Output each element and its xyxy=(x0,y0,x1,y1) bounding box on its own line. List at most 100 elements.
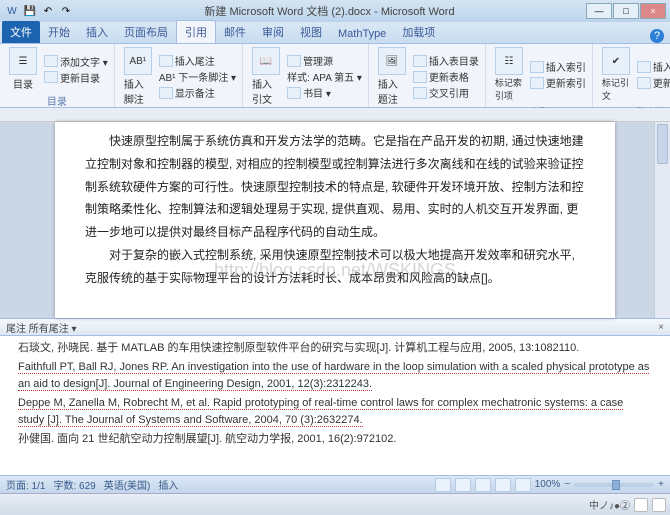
insert-citation-button[interactable]: 📖 插入引文 xyxy=(249,46,283,107)
vertical-scrollbar[interactable] xyxy=(654,122,670,318)
index-icon: ☷ xyxy=(495,47,523,75)
tab-mail[interactable]: 邮件 xyxy=(216,21,254,43)
citation-style-select[interactable]: 样式: APA 第五 ▾ xyxy=(287,69,362,84)
status-insert[interactable]: 插入 xyxy=(158,477,178,492)
ribbon-group-index: ☷ 标记索引项 插入索引 更新索引 索引 xyxy=(486,44,593,107)
insert-footnote-button[interactable]: AB¹ 插入脚注 xyxy=(121,46,155,107)
view-read-button[interactable] xyxy=(455,478,471,492)
crossref-icon xyxy=(413,87,427,99)
bib-icon xyxy=(287,87,301,99)
refresh-icon xyxy=(530,77,544,89)
update-table-button[interactable]: 更新表格 xyxy=(413,69,479,84)
endnotes-pane[interactable]: 石琰文, 孙晓民. 基于 MATLAB 的车用快速控制原型软件平台的研究与实现[… xyxy=(0,336,670,476)
scroll-thumb[interactable] xyxy=(657,124,668,164)
document-page[interactable]: 快速原型控制属于系统仿真和开发方法学的范畴。它是指在产品开发的初期, 通过快速地… xyxy=(55,122,615,318)
ribbon-group-captions: 🖼 插入题注 插入表目录 更新表格 交叉引用 题注 xyxy=(369,44,486,107)
refresh-icon xyxy=(44,71,58,83)
ribbon-tabs: 文件 开始 插入 页面布局 引用 邮件 审阅 视图 MathType 加载项 ? xyxy=(0,22,670,44)
tab-file[interactable]: 文件 xyxy=(2,21,40,43)
tray-icon[interactable] xyxy=(634,498,648,512)
db-icon xyxy=(287,55,301,67)
status-lang[interactable]: 英语(美国) xyxy=(104,477,151,492)
ribbon-help[interactable]: ? xyxy=(650,29,670,43)
zoom-level[interactable]: 100% xyxy=(535,479,561,490)
insert-tof-button[interactable]: 插入表目录 xyxy=(413,53,479,68)
reference-item[interactable]: 孙健国. 面向 21 世纪航空动力控制展望[J]. 航空动力学报, 2001, … xyxy=(18,431,652,449)
ribbon-group-toc: ☰ 目录 添加文字 ▾ 更新目录 目录 xyxy=(0,44,115,107)
reference-item[interactable]: Faithfull PT, Ball RJ, Jones RP. An inve… xyxy=(18,359,652,394)
tab-layout[interactable]: 页面布局 xyxy=(116,21,176,43)
insert-index-button[interactable]: 插入索引 xyxy=(530,59,586,74)
pane-close-button[interactable]: × xyxy=(658,322,664,333)
list-icon xyxy=(413,55,427,67)
tray-icon[interactable] xyxy=(652,498,666,512)
window-controls: — □ × xyxy=(585,3,666,19)
tab-references[interactable]: 引用 xyxy=(176,20,216,43)
title-bar: W 💾 ↶ ↷ 新建 Microsoft Word 文档 (2).docx - … xyxy=(0,0,670,22)
ime-indicator[interactable]: 中ノ♪●② xyxy=(589,497,630,512)
view-web-button[interactable] xyxy=(475,478,491,492)
refresh-icon xyxy=(413,71,427,83)
toc-button[interactable]: ☰ 目录 xyxy=(6,46,40,92)
minimize-button[interactable]: — xyxy=(586,3,612,19)
insert-toa-button[interactable]: 插入引文目录 xyxy=(637,59,670,74)
paragraph[interactable]: 快速原型控制属于系统仿真和开发方法学的范畴。它是指在产品开发的初期, 通过快速地… xyxy=(85,130,585,244)
update-toa-button[interactable]: 更新表格 xyxy=(637,75,670,90)
window-title: 新建 Microsoft Word 文档 (2).docx - Microsof… xyxy=(74,3,585,19)
status-page[interactable]: 页面: 1/1 xyxy=(6,477,45,492)
refresh-icon xyxy=(637,77,651,89)
help-icon: ? xyxy=(650,29,664,43)
update-toc-button[interactable]: 更新目录 xyxy=(44,70,108,85)
zoom-out-button[interactable]: − xyxy=(564,479,570,490)
tab-review[interactable]: 审阅 xyxy=(254,21,292,43)
reference-item[interactable]: 石琰文, 孙晓民. 基于 MATLAB 的车用快速控制原型软件平台的研究与实现[… xyxy=(18,340,652,358)
list-icon xyxy=(637,61,651,73)
view-draft-button[interactable] xyxy=(515,478,531,492)
mark-icon: ✔ xyxy=(602,47,630,75)
manage-sources-button[interactable]: 管理源 xyxy=(287,53,362,68)
cross-ref-button[interactable]: 交叉引用 xyxy=(413,85,479,100)
mark-index-button[interactable]: ☷ 标记索引项 xyxy=(492,46,526,103)
qat: W 💾 ↶ ↷ xyxy=(4,3,74,19)
add-text-button[interactable]: 添加文字 ▾ xyxy=(44,54,108,69)
plus-icon xyxy=(44,55,58,67)
citation-icon: 📖 xyxy=(252,47,280,75)
zoom-thumb[interactable] xyxy=(612,480,620,490)
tab-addins[interactable]: 加载项 xyxy=(394,21,443,43)
list-icon xyxy=(530,61,544,73)
ribbon: ☰ 目录 添加文字 ▾ 更新目录 目录 AB¹ 插入脚注 插入尾注 AB¹ 下一… xyxy=(0,44,670,108)
view-outline-button[interactable] xyxy=(495,478,511,492)
endnote-icon xyxy=(159,55,173,67)
close-button[interactable]: × xyxy=(640,3,666,19)
ribbon-group-footnotes: AB¹ 插入脚注 插入尾注 AB¹ 下一条脚注 ▾ 显示备注 脚注 xyxy=(115,44,243,107)
zoom-slider[interactable] xyxy=(574,483,654,487)
zoom-in-button[interactable]: + xyxy=(658,479,664,490)
toc-icon: ☰ xyxy=(9,47,37,75)
tab-home[interactable]: 开始 xyxy=(40,21,78,43)
tab-view[interactable]: 视图 xyxy=(292,21,330,43)
next-footnote-button[interactable]: AB¹ 下一条脚注 ▾ xyxy=(159,69,236,84)
ribbon-group-citations: 📖 插入引文 管理源 样式: APA 第五 ▾ 书目 ▾ 引文与书目 xyxy=(243,44,369,107)
reference-item[interactable]: Deppe M, Zanella M, Robrecht M, et al. R… xyxy=(18,395,652,430)
undo-icon[interactable]: ↶ xyxy=(40,3,56,19)
tab-insert[interactable]: 插入 xyxy=(78,21,116,43)
insert-caption-button[interactable]: 🖼 插入题注 xyxy=(375,46,409,107)
paragraph[interactable]: 对于复杂的嵌入式控制系统, 采用快速原型控制技术可以极大地提高开发效率和研究水平… xyxy=(85,244,585,290)
tab-mathtype[interactable]: MathType xyxy=(330,25,394,43)
save-icon[interactable]: 💾 xyxy=(22,3,38,19)
status-words[interactable]: 字数: 629 xyxy=(53,477,95,492)
notes-icon xyxy=(159,87,173,99)
insert-endnote-button[interactable]: 插入尾注 xyxy=(159,53,236,68)
mark-citation-button[interactable]: ✔ 标记引文 xyxy=(599,46,633,103)
pane-title[interactable]: 尾注 所有尾注 ▾ xyxy=(6,320,77,335)
ribbon-group-authorities: ✔ 标记引文 插入引文目录 更新表格 引文目录 xyxy=(593,44,670,107)
taskbar: 中ノ♪●② xyxy=(0,493,670,515)
ruler[interactable] xyxy=(0,108,670,122)
maximize-button[interactable]: □ xyxy=(613,3,639,19)
update-index-button[interactable]: 更新索引 xyxy=(530,75,586,90)
show-notes-button[interactable]: 显示备注 xyxy=(159,85,236,100)
status-bar: 页面: 1/1 字数: 629 英语(美国) 插入 100% − + xyxy=(0,475,670,493)
view-print-button[interactable] xyxy=(435,478,451,492)
bibliography-button[interactable]: 书目 ▾ xyxy=(287,85,362,100)
redo-icon[interactable]: ↷ xyxy=(58,3,74,19)
